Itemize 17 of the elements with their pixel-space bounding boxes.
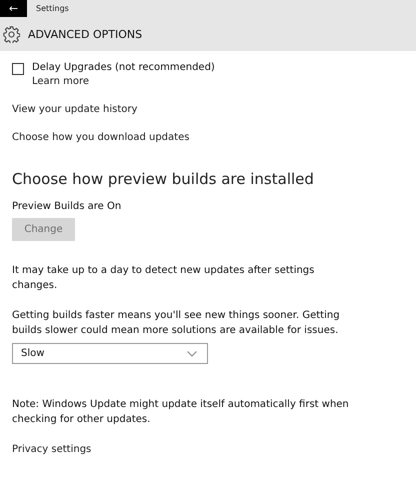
chevron-icon [187,350,197,356]
privacy-link[interactable]: Privacy settings [12,443,92,457]
note-text: Note: Windows Update might update itself automatically first when checking for other updates. [12,398,350,427]
section-heading: Choose how preview builds are installed [12,170,314,188]
speed-dropdown[interactable]: Slow [12,343,208,364]
settings-link[interactable]: Choose how you download updates [12,131,190,145]
window-title: Settings [36,4,69,13]
speed-text: Getting builds faster means you'll see new things sooner. Getting builds slower could mean more solutions are available for issues. [12,309,341,338]
page-title: ADVANCED OPTIONS [28,28,142,40]
status-text: Preview Builds are On [12,200,122,214]
checkbox-label: Delay Upgrades (not recommended) [32,61,215,75]
back-button[interactable]: ← [0,0,27,17]
learn-more-link[interactable]: Learn more [32,75,215,89]
settings-icon [3,26,20,42]
checkbox[interactable] [12,63,24,75]
settings-link[interactable]: View your update history [12,103,138,117]
info-text: It may take up to a day to detect new updates after settings changes. [12,264,316,293]
